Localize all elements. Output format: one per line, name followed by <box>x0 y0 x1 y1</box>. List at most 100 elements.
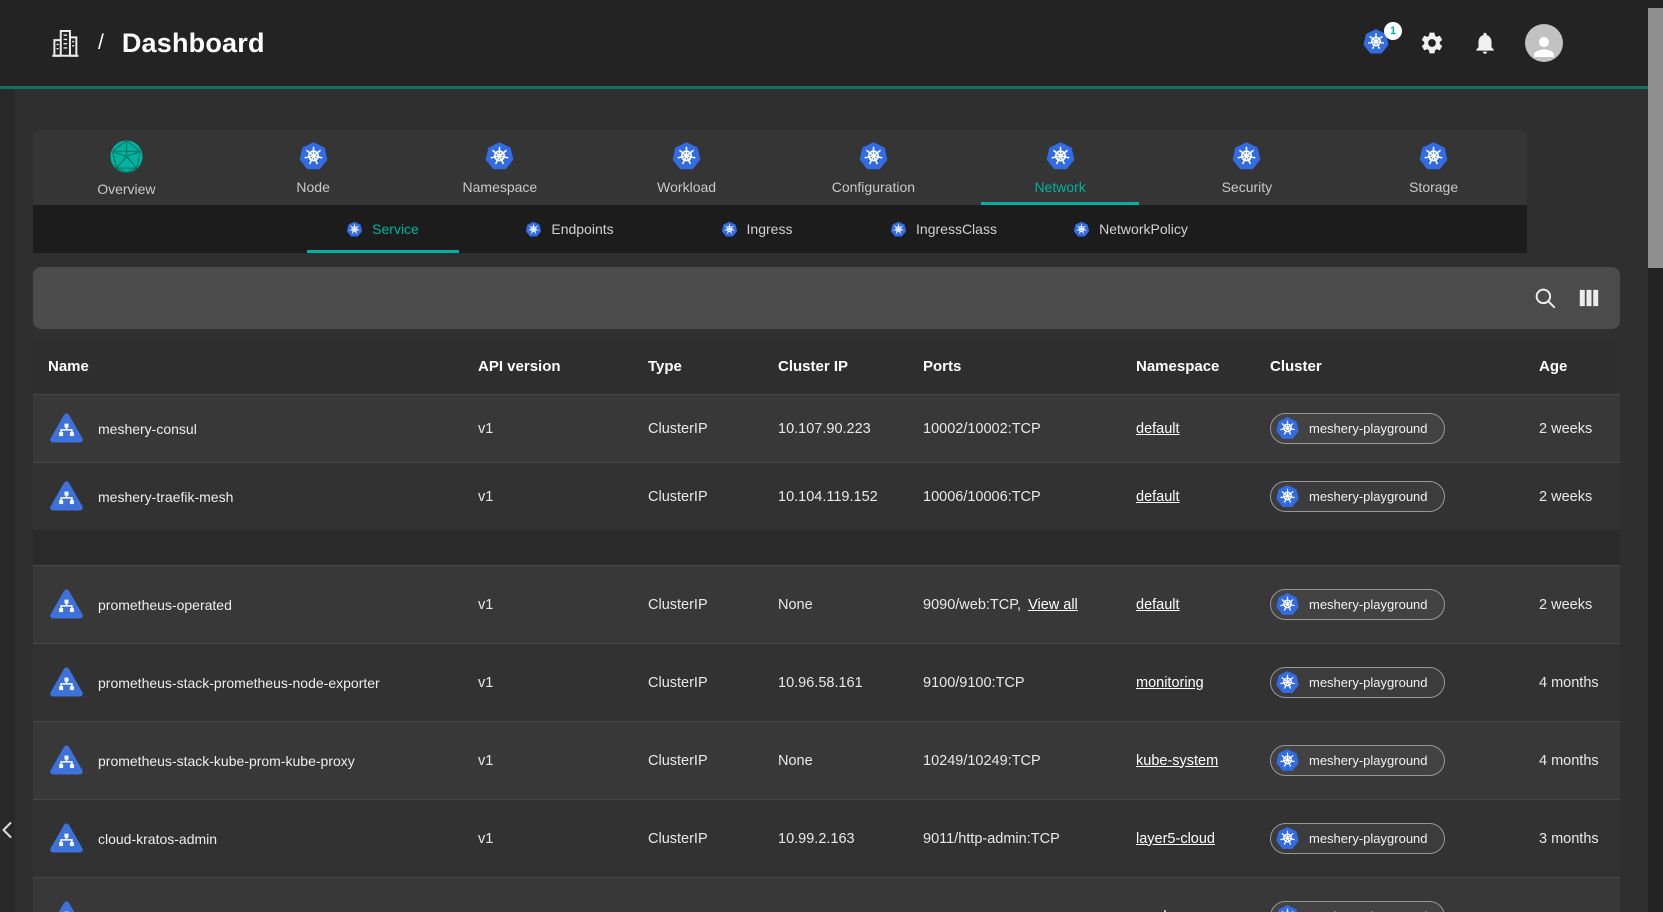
settings-button[interactable] <box>1419 30 1445 56</box>
cluster-cell: meshery-playground <box>1270 667 1539 699</box>
service-name: prometheus-operated <box>98 597 232 613</box>
ports-cell: 10006/10006:TCP <box>923 489 1136 505</box>
namespace-link[interactable]: default <box>1136 489 1180 505</box>
cluster-chip[interactable]: meshery-playground <box>1270 413 1445 444</box>
api-version-cell: v1 <box>478 675 648 691</box>
cluster-chip[interactable]: meshery-playground <box>1270 823 1445 854</box>
column-header-api-version[interactable]: API version <box>478 358 648 375</box>
subtab-ingress[interactable]: Ingress <box>663 205 850 253</box>
tab-workload[interactable]: Workload <box>593 130 780 205</box>
name-cell: cloud-kratos-admin <box>48 822 478 856</box>
kubernetes-icon <box>484 141 515 172</box>
column-header-ports[interactable]: Ports <box>923 358 1136 375</box>
namespace-link[interactable]: default <box>1136 421 1180 437</box>
age-cell: 2 weeks <box>1539 421 1620 437</box>
k8s-context-switcher[interactable]: 1 <box>1362 28 1392 58</box>
column-header-cluster[interactable]: Cluster <box>1270 358 1539 375</box>
kubernetes-icon <box>1275 904 1300 912</box>
column-header-name[interactable]: Name <box>48 358 478 375</box>
api-version-cell: v1 <box>478 421 648 437</box>
ports-cell: 10249/10249:TCP <box>923 753 1136 769</box>
age-cell: 4 months <box>1539 753 1620 769</box>
age-cell: 3 months <box>1539 831 1620 847</box>
table-row[interactable]: meshery-consul v1 ClusterIP 10.107.90.22… <box>33 394 1620 462</box>
subtab-networkpolicy[interactable]: NetworkPolicy <box>1037 205 1224 253</box>
service-icon <box>48 412 85 446</box>
column-header-type[interactable]: Type <box>648 358 778 375</box>
type-cell: ClusterIP <box>648 675 778 691</box>
name-cell: meshery-traefik-mesh <box>48 480 478 514</box>
cluster-chip[interactable]: meshery-playground <box>1270 745 1445 776</box>
name-cell: prometheus-stack-kube-prom-kube-proxy <box>48 744 478 778</box>
table-row[interactable]: cloud-kratos-admin v1 ClusterIP 10.99.2.… <box>33 799 1620 877</box>
tab-storage[interactable]: Storage <box>1340 130 1527 205</box>
subtab-endpoints[interactable]: Endpoints <box>476 205 663 253</box>
cluster-chip[interactable]: meshery-playground <box>1270 481 1445 512</box>
header-actions: 1 <box>1362 24 1563 62</box>
table-row[interactable]: meshery-traefik-mesh v1 ClusterIP 10.104… <box>33 462 1620 530</box>
table-row[interactable]: prometheus-stack-kube-prom-kube-proxy v1… <box>33 721 1620 799</box>
ports-value: 10002/10002:TCP <box>923 421 1041 437</box>
kubernetes-icon <box>1275 826 1300 851</box>
drawer-collapse-button[interactable] <box>0 818 20 845</box>
service-name: meshery-consul <box>98 421 197 437</box>
cluster-cell: meshery-playground <box>1270 481 1539 513</box>
view-all-link[interactable]: View all <box>1028 597 1078 613</box>
tab-label: Overview <box>97 181 155 197</box>
scrollbar-thumb[interactable] <box>1648 8 1663 268</box>
namespace-link[interactable]: layer5-cloud <box>1136 831 1215 847</box>
tab-security[interactable]: Security <box>1154 130 1341 205</box>
organization-icon[interactable] <box>48 26 82 60</box>
column-header-cluster-ip[interactable]: Cluster IP <box>778 358 923 375</box>
kubernetes-icon <box>1275 416 1300 441</box>
tab-label: Endpoints <box>551 221 613 237</box>
cluster-cell: meshery-playground <box>1270 823 1539 855</box>
tab-namespace[interactable]: Namespace <box>407 130 594 205</box>
table-row[interactable]: meshery meshery-playground <box>33 877 1620 912</box>
cluster-name: meshery-playground <box>1309 489 1428 504</box>
search-button[interactable] <box>1532 285 1558 314</box>
subtab-service[interactable]: Service <box>289 205 476 253</box>
notifications-button[interactable] <box>1472 30 1498 56</box>
tab-node[interactable]: Node <box>220 130 407 205</box>
cluster-chip[interactable]: meshery-playground <box>1270 667 1445 698</box>
type-cell: ClusterIP <box>648 831 778 847</box>
ports-cell: 9090/web:TCP,View all <box>923 597 1136 613</box>
service-icon <box>48 744 85 778</box>
table-body: meshery-consul v1 ClusterIP 10.107.90.22… <box>33 394 1620 912</box>
name-cell: meshery-consul <box>48 412 478 446</box>
ports-cell: 9011/http-admin:TCP <box>923 831 1136 847</box>
kubernetes-icon <box>525 221 542 238</box>
ports-cell: 10002/10002:TCP <box>923 421 1136 437</box>
age-cell: 2 weeks <box>1539 597 1620 613</box>
subtab-ingressclass[interactable]: IngressClass <box>850 205 1037 253</box>
breadcrumb: / Dashboard <box>48 26 265 60</box>
search-icon <box>1532 285 1558 311</box>
tab-overview[interactable]: Overview <box>33 130 220 205</box>
row-group-gap <box>33 530 1620 565</box>
namespace-link[interactable]: default <box>1136 597 1180 613</box>
service-name: cloud-kratos-admin <box>98 831 217 847</box>
age-cell: 4 months <box>1539 675 1620 691</box>
cluster-cell: meshery-playground <box>1270 589 1539 621</box>
column-header-namespace[interactable]: Namespace <box>1136 358 1270 375</box>
tab-configuration[interactable]: Configuration <box>780 130 967 205</box>
cluster-ip-cell: None <box>778 597 923 613</box>
namespace-link[interactable]: meshery <box>1136 909 1192 912</box>
view-columns-button[interactable] <box>1576 285 1602 314</box>
namespace-link[interactable]: monitoring <box>1136 675 1204 691</box>
user-avatar[interactable] <box>1525 24 1563 62</box>
table-row[interactable]: prometheus-stack-prometheus-node-exporte… <box>33 643 1620 721</box>
tab-label: NetworkPolicy <box>1099 221 1188 237</box>
namespace-cell: monitoring <box>1136 675 1270 691</box>
table-row[interactable]: prometheus-operated v1 ClusterIP None 90… <box>33 565 1620 643</box>
namespace-link[interactable]: kube-system <box>1136 753 1218 769</box>
api-version-cell: v1 <box>478 831 648 847</box>
tab-network[interactable]: Network <box>967 130 1154 205</box>
cluster-name: meshery-playground <box>1309 421 1428 436</box>
name-cell: prometheus-stack-prometheus-node-exporte… <box>48 666 478 700</box>
cluster-chip[interactable]: meshery-playground <box>1270 901 1445 912</box>
kubernetes-icon <box>346 221 363 238</box>
cluster-chip[interactable]: meshery-playground <box>1270 589 1445 620</box>
column-header-age[interactable]: Age <box>1539 358 1620 375</box>
